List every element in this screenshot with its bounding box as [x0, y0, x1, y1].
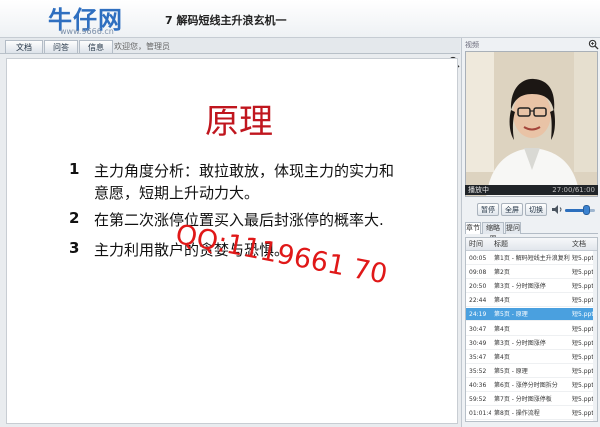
chapter-row[interactable]: 20:50 第3页 - 分时图涨停 短5.ppt [466, 280, 597, 294]
volume-handle[interactable] [583, 205, 590, 215]
tab-document[interactable]: 文档 [5, 40, 43, 53]
chapter-time: 01:01:44 [469, 410, 491, 418]
doc-tabs: 文档 问答 信息 欢迎您，管理员 [0, 38, 460, 54]
chapter-time: 35:52 [469, 367, 487, 375]
chapter-title: 第3页 - 分时图涨停 [494, 339, 546, 347]
chapter-title: 第8页 - 操作流程 [494, 410, 540, 418]
chapter-row[interactable]: 24:19 第5页 - 原理 短5.ppt [466, 308, 597, 322]
chapter-row[interactable]: 30:47 第4页 短5.ppt [466, 323, 597, 336]
point-text: 主力角度分析：敢拉敢放，体现主力的实力和 [94, 162, 395, 180]
chapter-row[interactable]: 40:36 第6页 - 涨停分时图拆分 短5.ppt [466, 379, 597, 392]
chapter-title: 第6页 - 涨停分时图拆分 [494, 381, 558, 389]
switch-button[interactable]: 切换 [525, 203, 547, 216]
point-text: 在第二次涨停位置买入最后封涨停的概率大. [94, 211, 384, 229]
zoom-icon[interactable] [588, 39, 599, 50]
player-controls: 暂停 全屏 切换 [465, 201, 598, 218]
chapter-row[interactable]: 00:05第1页 - 解码短线主升浪复利玄机短5.ppt [466, 252, 597, 265]
chapter-title: 第5页 - 原理 [494, 367, 528, 375]
logo-url: www.9666.cn [60, 27, 114, 36]
volume-slider[interactable] [565, 209, 595, 212]
course-title: 7 解码短线主升浪玄机一 [165, 14, 287, 27]
chapter-scrollbar[interactable] [593, 251, 597, 421]
panel-tabs: 章节 缩略图 提问 [465, 222, 598, 243]
chapter-title: 第3页 - 分时图涨停 [494, 283, 546, 291]
chapter-time: 35:47 [469, 353, 487, 361]
tab-chapters[interactable]: 章节 [465, 222, 481, 234]
chapter-time: 00:05 [469, 255, 487, 262]
app-window: 牛仔网 www.9666.cn 7 解码短线主升浪玄机一 文档 问答 信息 欢迎… [0, 0, 600, 427]
chapter-time: 24:19 [469, 311, 487, 319]
point-number: 3 [69, 239, 80, 257]
volume-icon[interactable] [551, 204, 563, 215]
fullscreen-button[interactable]: 全屏 [501, 203, 523, 216]
column-header-title[interactable]: 标题 [494, 238, 508, 251]
chapter-title: 第2页 [494, 269, 510, 277]
chapter-list-header: 时间 标题 文档 [466, 238, 597, 251]
chapter-title: 第1页 - 解码短线主升浪复利玄机 [494, 255, 570, 262]
chapter-time: 22:44 [469, 297, 487, 305]
point-text: 意愿，短期上升动力大。 [94, 184, 260, 202]
chapter-row[interactable]: 01:01:44第8页 - 操作流程短5.ppt [466, 407, 597, 421]
header-bar: 牛仔网 www.9666.cn 7 解码短线主升浪玄机一 [0, 0, 600, 38]
tab-thumbnails[interactable]: 缩略图 [482, 222, 504, 243]
slide-point-2: 2 在第二次涨停位置买入最后封涨停的概率大. [69, 209, 429, 231]
chapter-title: 第4页 [494, 325, 510, 333]
slide-title: 原理 [205, 102, 273, 142]
tab-qa[interactable]: 问答 [44, 40, 78, 53]
point-number: 1 [69, 160, 80, 178]
column-header-doc[interactable]: 文档 [572, 238, 586, 251]
chapter-title: 第7页 - 分时图涨停板 [494, 396, 552, 403]
tab-questions[interactable]: 提问 [505, 222, 521, 234]
video-time: 27:00/61:00 [552, 186, 595, 194]
video-label: 视频 [465, 41, 479, 49]
video-status: 播放中 [468, 186, 489, 194]
chapter-row[interactable]: 22:44 第4页 短5.ppt [466, 294, 597, 308]
tab-info[interactable]: 信息 [79, 40, 113, 53]
chapter-time: 30:49 [469, 339, 487, 347]
chapter-time: 59:52 [469, 396, 487, 403]
chapter-time: 40:36 [469, 381, 487, 389]
chapter-time: 30:47 [469, 325, 487, 333]
slide-point-1: 1 主力角度分析：敢拉敢放，体现主力的实力和 意愿，短期上升动力大。 [69, 160, 429, 204]
chapter-title: 第4页 [494, 297, 510, 305]
chapter-title: 第5页 - 原理 [494, 311, 528, 319]
chapter-title: 第4页 [494, 353, 510, 361]
chapter-time: 09:08 [469, 269, 487, 277]
welcome-text: 欢迎您，管理员 [114, 42, 170, 51]
point-number: 2 [69, 209, 80, 227]
video-status-bar: 播放中 27:00/61:00 [465, 185, 598, 195]
chapter-row[interactable]: 35:47 第4页 短5.ppt [466, 351, 597, 364]
chapter-row[interactable]: 59:52 第7页 - 分时图涨停板 短5.ppt [466, 393, 597, 406]
chapter-row[interactable]: 30:49 第3页 - 分时图涨停 短5.ppt [466, 337, 597, 350]
presenter-image [466, 52, 597, 196]
right-panel: 视频 播放中 27:00/61:00 暂停 全屏 切换 章节 缩略 提问 时间 … [461, 38, 600, 427]
chapter-row[interactable]: 09:08 第2页 短5.ppt [466, 266, 597, 280]
pause-button[interactable]: 暂停 [477, 203, 499, 216]
video-player[interactable] [465, 51, 598, 197]
chapter-time: 20:50 [469, 283, 487, 291]
chapter-row[interactable]: 35:52 第5页 - 原理 短5.ppt [466, 365, 597, 378]
column-header-time[interactable]: 时间 [469, 238, 483, 251]
slide-canvas: 原理 1 主力角度分析：敢拉敢放，体现主力的实力和 意愿，短期上升动力大。 2 … [6, 58, 458, 424]
chapter-list: 时间 标题 文档 00:05第1页 - 解码短线主升浪复利玄机短5.ppt09:… [465, 237, 598, 422]
